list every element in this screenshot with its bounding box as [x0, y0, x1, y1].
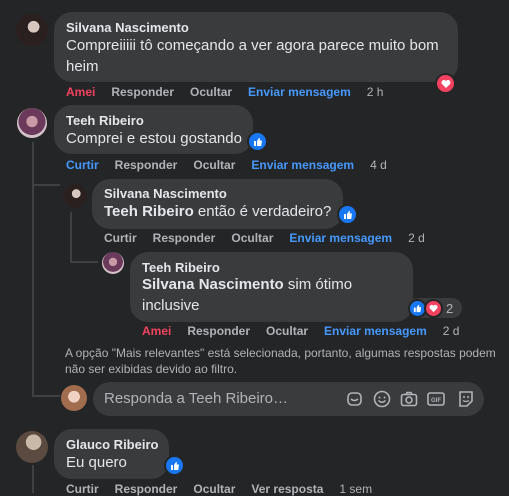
reply-actions: Curtir Responder Ocultar Enviar mensagem 2 d — [104, 231, 441, 245]
comment-text: Comprei e estou gostando — [66, 130, 242, 147]
filter-notice-line: não ser exibidas devido ao filtro. — [65, 362, 238, 376]
reply-button[interactable]: Responder — [115, 482, 178, 496]
comment-actions: Amei Responder Ocultar Enviar mensagem 2 h — [66, 85, 399, 99]
timestamp[interactable]: 2 d — [408, 231, 425, 245]
gif-icon[interactable]: GIF — [426, 389, 446, 409]
reply-button[interactable]: Responder — [153, 231, 216, 245]
timestamp[interactable]: 2 h — [367, 85, 384, 99]
reply-text: Silvana Nascimento sim ótimo — [142, 274, 352, 296]
hide-button[interactable]: Ocultar — [266, 324, 308, 338]
like-reaction-icon[interactable] — [164, 455, 185, 476]
avatar-glauco[interactable] — [16, 431, 48, 463]
love-reaction-icon — [424, 299, 443, 318]
like-reaction-icon[interactable] — [337, 204, 358, 225]
mention-link[interactable]: Silvana Nascimento — [142, 276, 284, 293]
timestamp[interactable]: 4 d — [370, 158, 387, 172]
reply-text-body: sim ótimo — [287, 276, 353, 293]
avatar-teeh[interactable] — [102, 252, 124, 274]
mention-link[interactable]: Teeh Ribeiro — [104, 203, 194, 220]
comment-text: Compreiiiii tô começando a ver agora par… — [66, 37, 439, 54]
sticker-icon[interactable] — [345, 389, 365, 409]
send-message-link[interactable]: Enviar mensagem — [289, 231, 392, 245]
hide-button[interactable]: Ocultar — [193, 158, 235, 172]
reply-input[interactable]: Responda a Teeh Ribeiro… — [104, 390, 288, 407]
hide-button[interactable]: Ocultar — [190, 85, 232, 99]
view-reply-link[interactable]: Ver resposta — [251, 482, 323, 496]
reply-actions: Amei Responder Ocultar Enviar mensagem 2 d — [142, 324, 475, 338]
filter-notice-line: A opção "Mais relevantes" está seleciona… — [65, 346, 496, 360]
thread-line-bottom — [32, 465, 34, 493]
reply-text-body: então é verdadeiro? — [197, 203, 332, 220]
send-message-link[interactable]: Enviar mensagem — [248, 85, 351, 99]
like-button[interactable]: Curtir — [66, 482, 99, 496]
comment-actions: Curtir Responder Ocultar Ver resposta 1 sem — [66, 482, 388, 496]
filter-notice: A opção "Mais relevantes" está seleciona… — [65, 345, 505, 377]
reply-author[interactable]: Teeh Ribeiro — [142, 260, 220, 275]
like-button[interactable]: Curtir — [104, 231, 137, 245]
comment-actions: Curtir Responder Ocultar Enviar mensagem 4 d — [66, 158, 403, 172]
comment-author[interactable]: Teeh Ribeiro — [66, 113, 144, 128]
comment-text: Eu quero — [66, 454, 127, 471]
avatar-silvana[interactable] — [16, 14, 48, 46]
thread-connector — [32, 184, 60, 186]
timestamp[interactable]: 1 sem — [339, 482, 372, 496]
reply-text: Teeh Ribeiro então é verdadeiro? — [104, 201, 331, 223]
hide-button[interactable]: Ocultar — [193, 482, 235, 496]
loved-button[interactable]: Amei — [142, 324, 171, 338]
send-message-link[interactable]: Enviar mensagem — [251, 158, 354, 172]
comment-author[interactable]: Glauco Ribeiro — [66, 437, 158, 452]
comment-text-cont: heim — [66, 58, 99, 75]
avatar-silvana[interactable] — [63, 184, 87, 208]
reply-text-cont: inclusive — [142, 297, 200, 314]
reaction-count: 2 — [446, 301, 454, 316]
reply-button[interactable]: Responder — [111, 85, 174, 99]
camera-icon[interactable] — [399, 389, 419, 409]
avatar-current-user[interactable] — [61, 385, 87, 411]
avatar-teeh[interactable] — [17, 108, 47, 138]
like-reaction-icon[interactable] — [247, 131, 268, 152]
reply-button[interactable]: Responder — [187, 324, 250, 338]
like-button[interactable]: Curtir — [66, 158, 99, 172]
thread-connector-nested — [70, 261, 98, 263]
thread-connector-input — [32, 395, 60, 397]
thread-line-nested — [70, 212, 72, 262]
svg-text:GIF: GIF — [431, 398, 441, 404]
emoji-icon[interactable] — [372, 389, 392, 409]
loved-button[interactable]: Amei — [66, 85, 95, 99]
hide-button[interactable]: Ocultar — [231, 231, 273, 245]
reply-button[interactable]: Responder — [115, 158, 178, 172]
comment-author[interactable]: Silvana Nascimento — [66, 20, 189, 35]
reply-author[interactable]: Silvana Nascimento — [104, 186, 227, 201]
send-message-link[interactable]: Enviar mensagem — [324, 324, 427, 338]
timestamp[interactable]: 2 d — [443, 324, 460, 338]
love-reaction-icon[interactable] — [435, 73, 456, 94]
thread-line — [32, 142, 34, 396]
avatar-sticker-icon[interactable] — [456, 389, 476, 409]
